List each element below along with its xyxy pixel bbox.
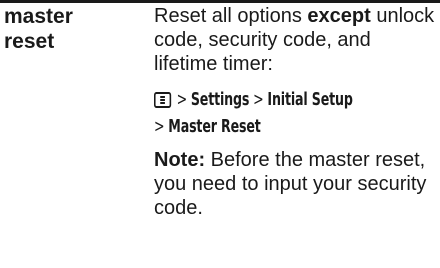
menu-path: > Settings > Initial Setup > Master Rese… [154,86,435,140]
menu-path-line-2: > Master Reset [154,113,435,140]
term-line-2: reset [4,30,55,53]
description-pre: Reset all options [154,5,308,27]
menu-path-sep-3: > [154,116,169,137]
term-line-1: master [4,5,73,28]
menu-path-item-initial-setup: Initial Setup [267,89,353,110]
description-cell: Reset all options except unlock code, se… [154,4,438,220]
description-emphasis: except [307,5,371,27]
top-rule [0,0,440,3]
menu-path-sep-1: > [172,89,191,110]
note-text: Note: Before the master reset, you need … [154,148,438,220]
menu-path-sep-2: > [249,89,268,110]
note-label: Note: [154,149,206,171]
term-cell: master reset [4,4,124,54]
menu-path-item-master-reset: Master Reset [168,116,261,137]
menu-path-item-settings: Settings [190,89,250,110]
menu-path-line-1: > Settings > Initial Setup [154,86,435,113]
menu-key-icon [154,92,172,108]
description-text: Reset all options except unlock code, se… [154,4,438,76]
